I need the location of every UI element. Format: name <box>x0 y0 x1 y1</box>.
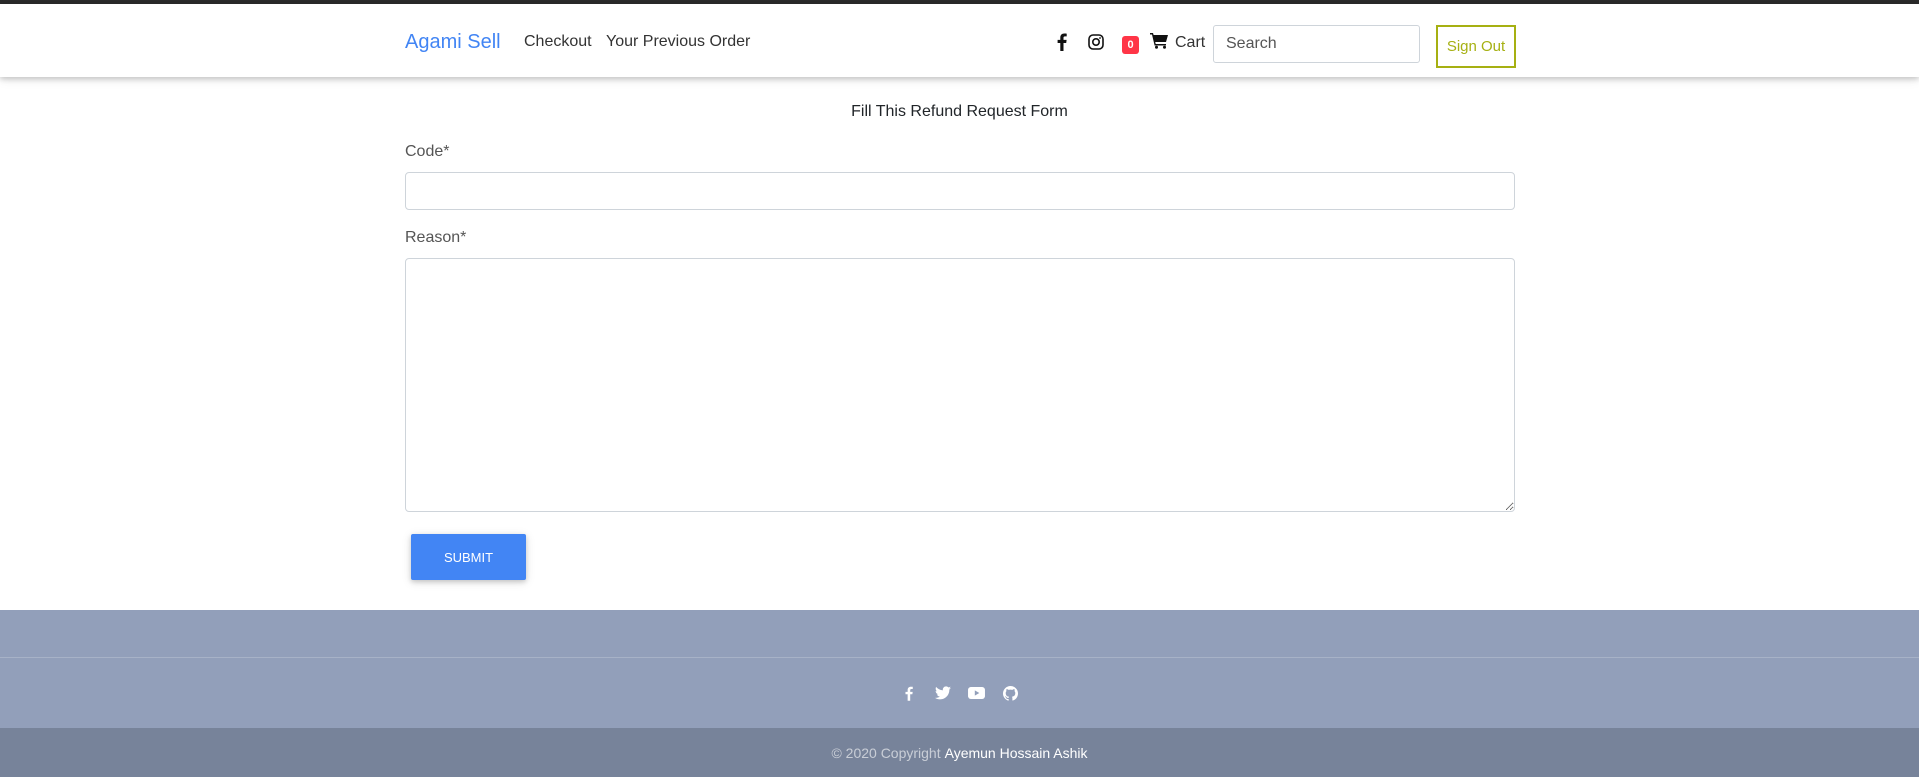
github-icon[interactable] <box>1001 683 1021 703</box>
instagram-icon[interactable] <box>1086 31 1106 53</box>
twitter-icon[interactable] <box>933 683 953 703</box>
copyright-bar: © 2020 Copyright Ayemun Hossain Ashik <box>0 728 1919 777</box>
cart-label: Cart <box>1175 34 1206 51</box>
footer <box>0 610 1919 728</box>
cart-count-badge: 0 <box>1122 36 1139 54</box>
cart-icon <box>1150 32 1169 54</box>
footer-divider <box>0 657 1919 658</box>
facebook-icon[interactable] <box>1052 31 1072 53</box>
author-link[interactable]: Ayemun Hossain Ashik <box>945 745 1088 761</box>
youtube-icon[interactable] <box>967 683 987 703</box>
sign-out-button[interactable]: Sign Out <box>1436 25 1516 68</box>
code-input[interactable] <box>405 172 1515 210</box>
navbar: Agami Sell Checkout Your Previous Order … <box>0 4 1919 77</box>
code-label: Code* <box>405 143 450 160</box>
reason-label: Reason* <box>405 229 467 246</box>
copyright-text: © 2020 Copyright <box>831 744 941 761</box>
cart-link[interactable]: Cart <box>1150 32 1205 54</box>
submit-button[interactable]: SUBMIT <box>411 534 526 580</box>
nav-previous-order-link[interactable]: Your Previous Order <box>606 33 750 51</box>
reason-textarea[interactable] <box>405 258 1515 512</box>
footer-social-icons <box>0 683 1919 703</box>
brand-link[interactable]: Agami Sell <box>405 31 501 54</box>
facebook-icon[interactable] <box>899 683 919 703</box>
search-input[interactable] <box>1213 25 1420 63</box>
nav-checkout-link[interactable]: Checkout <box>524 33 592 51</box>
form-title: Fill This Refund Request Form <box>851 103 1068 120</box>
